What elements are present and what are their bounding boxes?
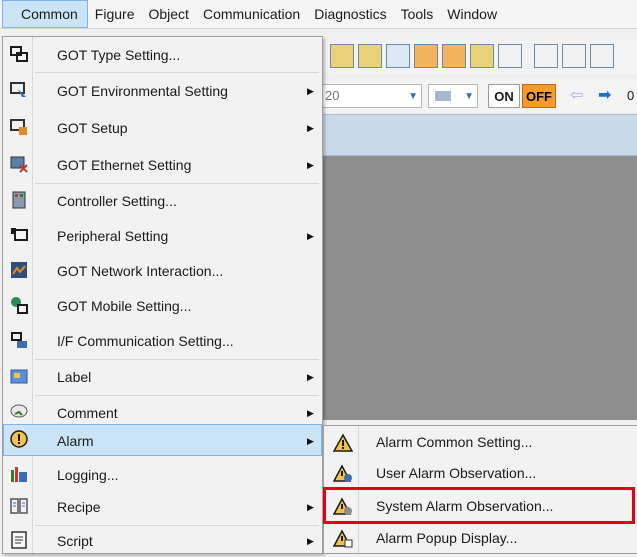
menu-item-label: I/F Communication Setting...	[57, 333, 234, 349]
check-icon[interactable]	[498, 44, 522, 68]
submenu-item-label: Alarm Common Setting...	[376, 434, 533, 450]
script-icon	[10, 531, 28, 549]
menu-item-got-mobile-setting[interactable]: GOT Mobile Setting...	[3, 290, 322, 322]
submenu-item-user-alarm-observation[interactable]: User Alarm Observation...	[324, 458, 637, 489]
chevron-right-icon: ▶	[307, 502, 314, 512]
network-icon	[10, 261, 28, 279]
menu-common[interactable]: Common	[2, 0, 88, 28]
environment-icon	[10, 81, 28, 99]
chevron-right-icon: ▶	[307, 123, 314, 133]
chevron-right-icon: ▶	[307, 160, 314, 170]
menu-item-got-setup[interactable]: GOT Setup ▶	[3, 112, 322, 144]
window-cascade-icon[interactable]	[562, 44, 586, 68]
menu-separator	[35, 72, 319, 73]
menu-item-label: Label	[57, 369, 92, 385]
interface-icon	[10, 331, 28, 349]
user-alarm-icon	[333, 464, 353, 484]
menu-communication[interactable]: Communication	[196, 2, 307, 26]
arrow-left-icon[interactable]: ⇦	[570, 84, 583, 108]
data-table-icon[interactable]	[386, 44, 410, 68]
arrow-right-icon[interactable]: ➡	[598, 84, 611, 108]
highlight-box	[323, 487, 635, 524]
controller-icon	[10, 191, 28, 209]
zoom-value: 20	[325, 88, 340, 103]
alarm-icon	[10, 430, 28, 448]
editor-workspace	[315, 156, 637, 420]
common-menu: GOT Type Setting... GOT Environmental Se…	[2, 36, 323, 554]
menu-item-label: GOT Setup	[57, 120, 128, 136]
layer-icon	[435, 91, 451, 101]
menu-item-recipe[interactable]: Recipe ▶	[3, 491, 322, 523]
on-button[interactable]: ON	[488, 84, 520, 108]
logging-icon	[10, 465, 28, 483]
menu-item-label: Script	[57, 533, 93, 549]
menu-item-got-type-setting[interactable]: GOT Type Setting...	[3, 39, 322, 71]
submenu-item-label: Alarm Popup Display...	[376, 530, 518, 546]
menu-item-label: GOT Environmental Setting	[57, 83, 228, 99]
data-export-icon[interactable]	[414, 44, 438, 68]
window-extra-icon[interactable]	[590, 44, 614, 68]
off-button[interactable]: OFF	[522, 84, 556, 108]
submenu-item-alarm-common-setting[interactable]: Alarm Common Setting...	[324, 427, 637, 458]
recipe-icon	[10, 497, 28, 515]
chevron-down-icon: ▼	[464, 91, 474, 102]
menu-item-alarm[interactable]: Alarm ▶	[3, 424, 322, 456]
screen-tab-strip	[315, 114, 637, 156]
menu-item-logging[interactable]: Logging...	[3, 459, 322, 491]
setup-icon	[10, 118, 28, 136]
menu-separator	[35, 183, 319, 184]
menu-item-got-environmental-setting[interactable]: GOT Environmental Setting ▶	[3, 75, 322, 107]
menu-bar: Common Figure Object Communication Diagn…	[0, 0, 637, 29]
data-list-icon[interactable]	[358, 44, 382, 68]
menu-item-script[interactable]: Script ▶	[3, 525, 322, 557]
menu-object[interactable]: Object	[141, 2, 195, 26]
zoom-combo[interactable]: 20 ▼	[318, 84, 422, 108]
menu-item-label: GOT Mobile Setting...	[57, 298, 192, 314]
menu-item-label: Recipe	[57, 499, 101, 515]
menu-diagnostics[interactable]: Diagnostics	[307, 2, 393, 26]
menu-item-if-communication-setting[interactable]: I/F Communication Setting...	[3, 325, 322, 357]
got-type-icon	[10, 45, 28, 63]
menu-item-label: GOT Type Setting...	[57, 47, 181, 63]
ethernet-icon	[10, 155, 28, 173]
menu-separator	[35, 359, 319, 360]
data-view-icon[interactable]	[330, 44, 354, 68]
menu-figure[interactable]: Figure	[88, 2, 142, 26]
menu-item-label: Alarm	[57, 433, 94, 449]
submenu-item-label: User Alarm Observation...	[376, 465, 537, 481]
menu-tools[interactable]: Tools	[394, 2, 441, 26]
comment-icon	[10, 403, 28, 421]
menu-item-got-ethernet-setting[interactable]: GOT Ethernet Setting ▶	[3, 149, 322, 181]
menu-item-label: Logging...	[57, 467, 119, 483]
menu-item-label: Peripheral Setting	[57, 228, 169, 244]
menu-item-got-network-interaction[interactable]: GOT Network Interaction...	[3, 255, 322, 287]
menu-item-label: Controller Setting...	[57, 193, 177, 209]
alarm-popup-icon	[333, 529, 353, 549]
mobile-icon	[10, 296, 28, 314]
chevron-right-icon: ▶	[307, 536, 314, 546]
chevron-right-icon: ▶	[307, 231, 314, 241]
chevron-right-icon: ▶	[307, 436, 314, 446]
menu-item-label[interactable]: Label ▶	[3, 361, 322, 393]
chevron-right-icon: ▶	[307, 372, 314, 382]
chevron-down-icon: ▼	[408, 91, 418, 102]
data-screen-icon[interactable]	[470, 44, 494, 68]
window-tile-icon[interactable]	[534, 44, 558, 68]
menu-item-peripheral-setting[interactable]: Peripheral Setting ▶	[3, 220, 322, 252]
peripheral-icon	[10, 226, 28, 244]
menu-window[interactable]: Window	[440, 2, 504, 26]
menu-item-label: GOT Ethernet Setting	[57, 157, 192, 173]
layer-combo[interactable]: ▼	[428, 84, 478, 108]
data-import-icon[interactable]	[442, 44, 466, 68]
label-icon	[10, 367, 28, 385]
warning-icon	[333, 433, 353, 453]
menu-item-label: GOT Network Interaction...	[57, 263, 224, 279]
chevron-right-icon: ▶	[307, 86, 314, 96]
menu-item-controller-setting[interactable]: Controller Setting...	[3, 185, 322, 217]
submenu-item-alarm-popup-display[interactable]: Alarm Popup Display...	[324, 523, 637, 554]
nav-value: 0	[627, 88, 635, 103]
menu-separator	[35, 395, 319, 396]
